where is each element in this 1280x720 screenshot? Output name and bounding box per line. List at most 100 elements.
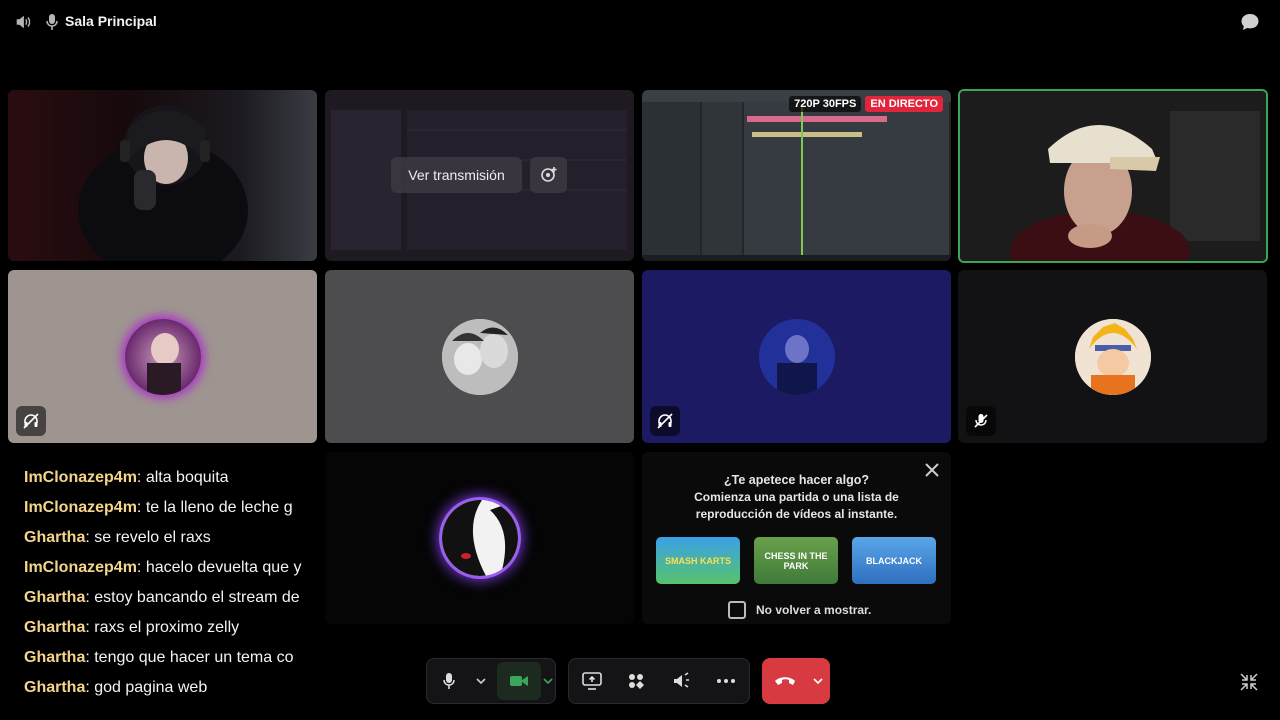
chat-message: hacelo devuelta que y [145,559,302,576]
chat-line: Ghartha: se revelo el raxs [24,529,211,546]
chat-message: tengo que hacer un tema co [94,649,294,666]
camera-button[interactable] [497,662,541,700]
prompt-question: ¿Te apetece hacer algo? [724,473,869,487]
chat-username[interactable]: ImClonazep4m [24,559,137,576]
leave-call-controls [762,658,830,704]
quality-badge: 720P 30FPS [789,96,862,112]
screen-share-icon [581,672,602,690]
live-badge: EN DIRECTO [865,96,943,112]
top-bar: Sala Principal [0,0,1280,44]
disconnect-options-button[interactable] [807,659,829,703]
audio-video-controls [426,658,556,704]
avatar [1074,318,1151,395]
live-stream-tile[interactable]: 720P 30FPS EN DIRECTO [642,90,951,261]
microphone-button[interactable] [427,659,471,703]
avatar-image [441,500,518,576]
headphones-muted-icon [23,413,39,429]
chevron-down-icon [813,678,823,685]
dont-show-label: No volver a mostrar. [756,603,872,617]
voice-channel-icon [46,14,58,30]
chat-username[interactable]: Ghartha [24,589,85,606]
chat-username[interactable]: ImClonazep4m [24,499,137,516]
avatar-image [146,332,181,395]
avatar-image [758,318,835,395]
game-title: BLACKJACK [866,555,922,566]
camera-off-badge [650,406,680,436]
participant-tile-7[interactable] [642,270,951,443]
daw-screen-feed [642,90,951,261]
avatar [441,500,518,576]
microphone-icon [443,673,455,689]
video-tile-webcam-1[interactable] [8,90,317,261]
chat-message: te la lleno de leche g [145,499,293,516]
chat-message: estoy bancando el stream de [94,589,300,606]
hang-up-icon [775,677,795,685]
avatar-image [441,318,518,395]
soundboard-icon [673,672,689,688]
close-icon[interactable] [923,461,941,479]
game-card-chess[interactable]: CHESS IN THE PARK [754,537,838,584]
chat-bubble-icon[interactable] [1240,12,1260,32]
dont-show-again[interactable]: No volver a mostrar. [728,601,871,619]
participant-tile-6[interactable] [325,270,634,443]
watch-stream-button[interactable]: Ver transmisión [391,157,522,193]
mic-muted-icon [974,414,988,428]
chat-message: se revelo el raxs [94,529,211,546]
activities-icon [629,674,645,689]
activity-controls [568,658,750,704]
camera-options-button[interactable] [541,659,555,703]
exit-fullscreen-icon[interactable] [1239,672,1259,692]
camera-off-badge [16,406,46,436]
activities-button[interactable] [615,659,659,703]
chat-username[interactable]: Ghartha [24,529,85,546]
participant-tile-9[interactable] [325,452,634,624]
game-card-smash-karts[interactable]: SMASH KARTS [656,537,740,584]
chat-username[interactable]: ImClonazep4m [24,469,137,486]
mic-muted-badge [966,406,996,436]
avatar [124,318,201,395]
chat-line: Ghartha: estoy bancando el stream de [24,589,300,606]
chat-username[interactable]: Ghartha [24,679,85,696]
avatar [441,318,518,395]
microphone-options-button[interactable] [471,659,491,703]
more-options-button[interactable] [704,659,750,703]
game-title: CHESS IN THE PARK [764,550,828,571]
popout-stream-button[interactable] [530,157,567,193]
avatar [758,318,835,395]
game-card-blackjack[interactable]: BLACKJACK [852,537,936,584]
prompt-line-2: reproducción de vídeos al instante. [695,507,898,521]
headphones-muted-icon [657,413,673,429]
chat-message: alta boquita [145,469,229,486]
share-screen-button[interactable] [569,659,615,703]
soundboard-button[interactable] [658,659,704,703]
video-tile-webcam-speaking[interactable] [958,89,1268,263]
participant-tile-5[interactable] [8,270,317,443]
chat-username[interactable]: Ghartha [24,619,85,636]
popout-icon [540,167,556,182]
stream-tags: 720P 30FPS EN DIRECTO [789,96,943,112]
disconnect-button[interactable] [763,659,807,703]
webcam-feed [78,105,248,261]
chat-line: Ghartha: god pagina web [24,679,208,696]
stream-tile-screen-share[interactable]: Ver transmisión [325,90,634,261]
prompt-line-1: Comienza una partida o una lista de [694,490,899,504]
chat-message: raxs el proximo zelly [94,619,240,636]
participant-tile-8[interactable] [958,270,1267,443]
chat-line: ImClonazep4m: hacelo devuelta que y [24,559,302,576]
more-dots-icon [717,679,736,683]
chat-line: Ghartha: raxs el proximo zelly [24,619,240,636]
activity-prompt: ¿Te apetece hacer algo? Comienza una par… [642,452,951,624]
avatar-image [1074,318,1151,395]
dont-show-checkbox[interactable] [728,601,746,619]
activity-games: SMASH KARTS CHESS IN THE PARK BLACKJACK [656,537,936,584]
speaker-icon[interactable] [14,13,32,31]
game-title: SMASH KARTS [664,555,731,566]
camera-icon [510,676,528,686]
chevron-down-icon [476,678,486,685]
chat-message: god pagina web [94,679,208,696]
chat-line: ImClonazep4m: alta boquita [24,469,229,486]
webcam-feed [960,91,1266,261]
chat-line: Ghartha: tengo que hacer un tema co [24,649,294,666]
channel-title: Sala Principal [65,13,157,29]
chat-username[interactable]: Ghartha [24,649,85,666]
